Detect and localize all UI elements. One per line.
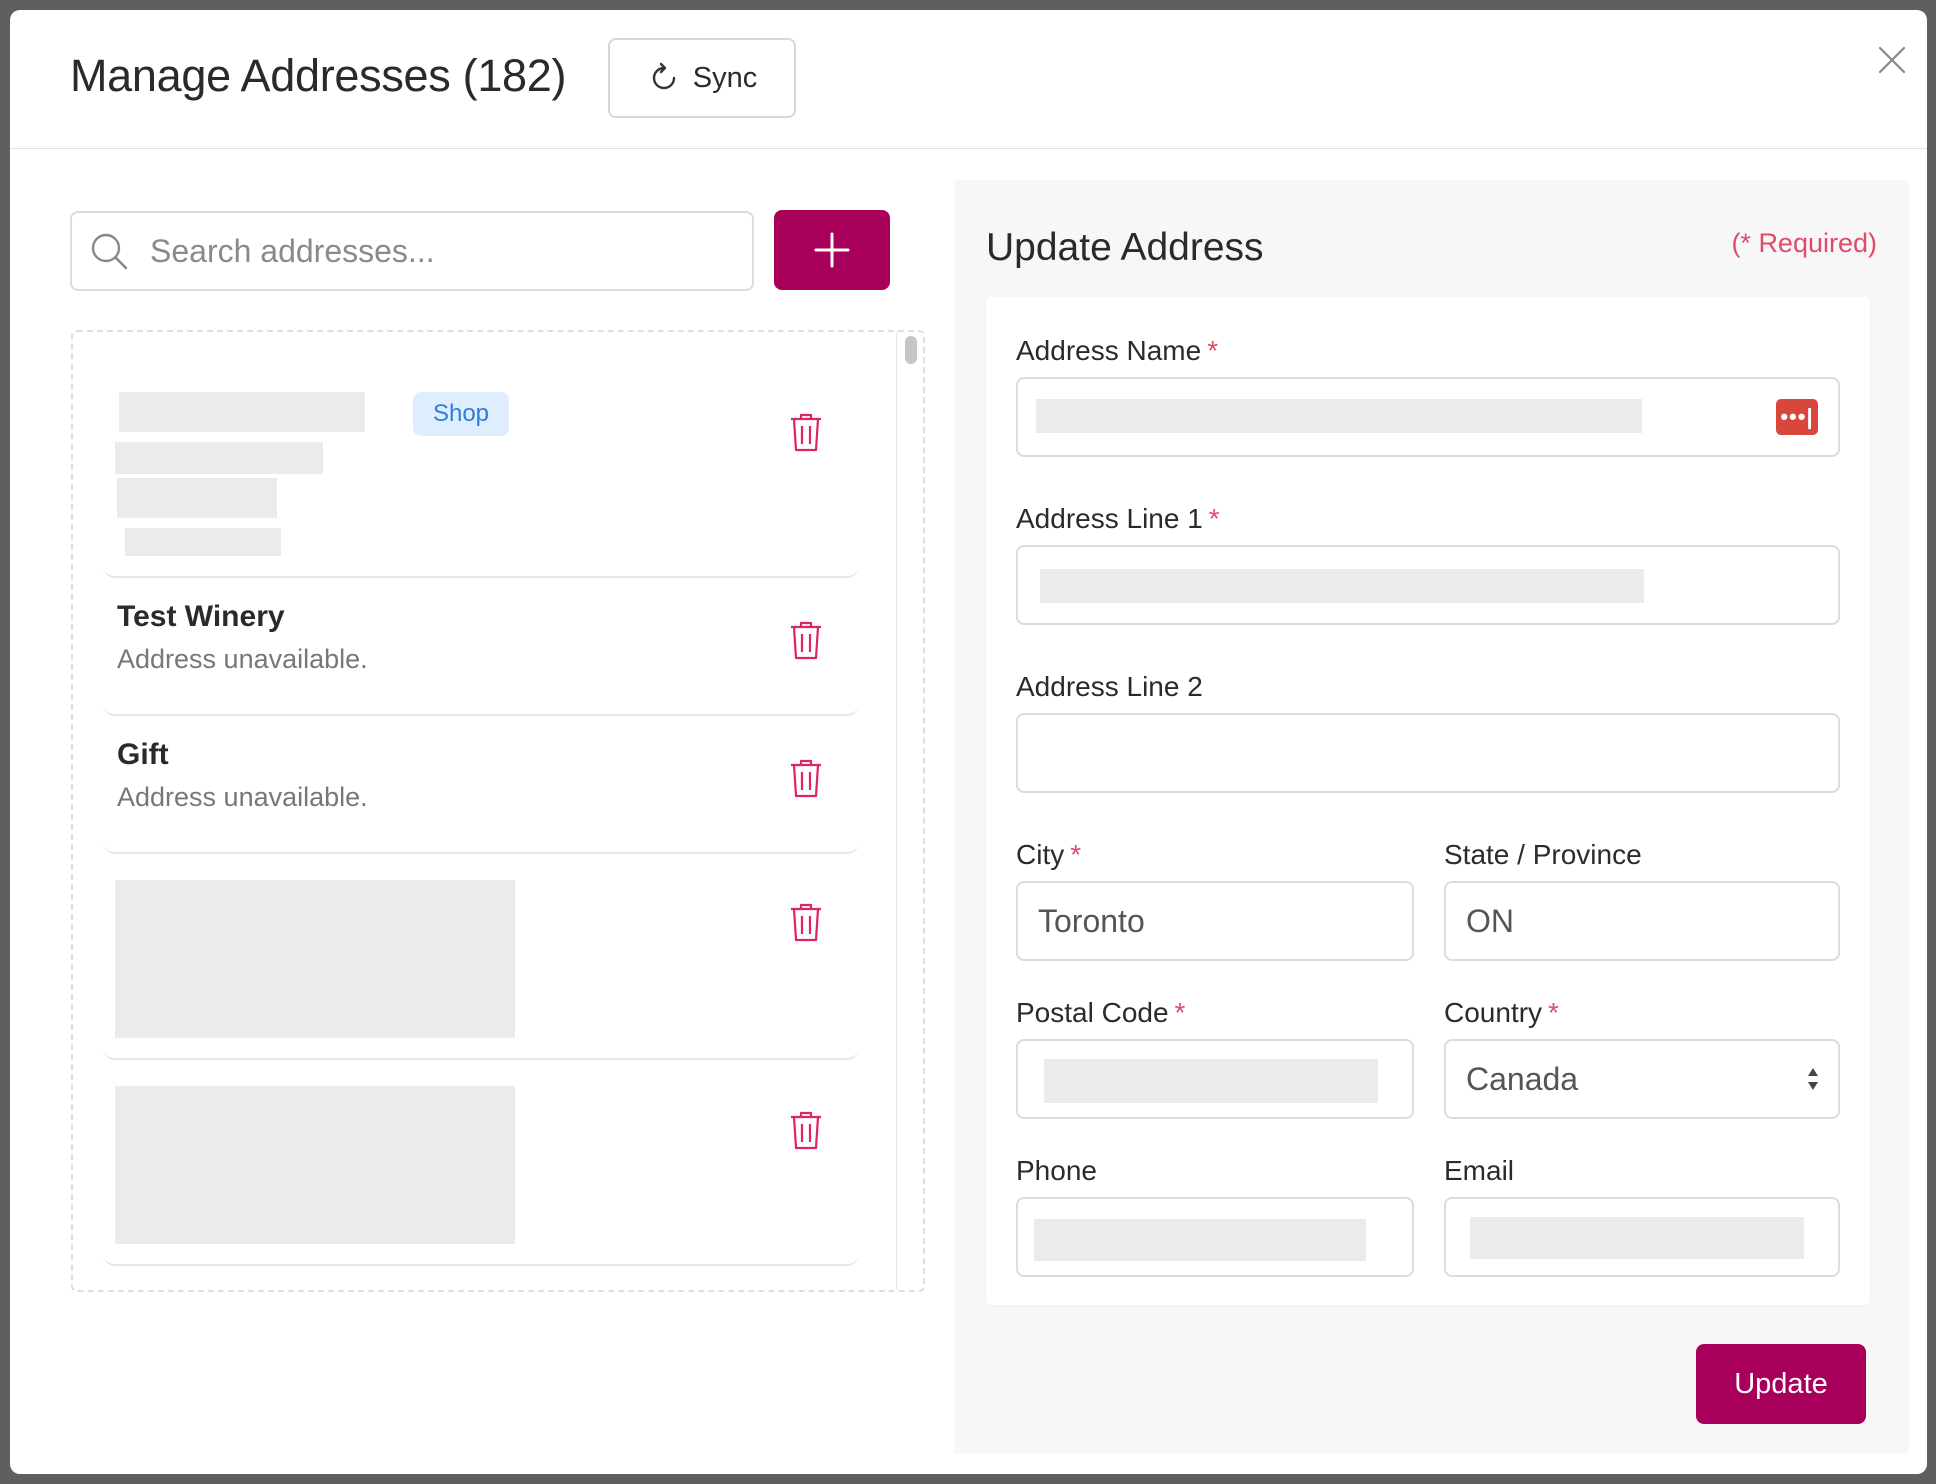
refresh-icon (652, 62, 675, 90)
sync-label: Sync (692, 61, 758, 94)
sync-button[interactable]: Sync (608, 38, 796, 118)
required-star: * (1548, 997, 1559, 1028)
address-name: Test Winery (117, 600, 285, 633)
city-field[interactable]: Toronto (1016, 881, 1414, 961)
redacted-block (115, 1086, 515, 1244)
trash-icon[interactable] (789, 620, 823, 660)
redacted-name (119, 392, 365, 432)
trash-icon[interactable] (789, 412, 823, 452)
label-text: Phone (1016, 1155, 1097, 1186)
select-arrows-icon (1808, 1068, 1818, 1090)
redacted-value (1040, 569, 1644, 603)
label-text: Postal Code (1016, 997, 1169, 1028)
modal-title: Manage Addresses (182) (70, 50, 567, 101)
add-address-button[interactable] (774, 210, 890, 290)
list-scrollbar[interactable] (896, 332, 923, 1290)
redacted-line (117, 478, 277, 518)
shop-badge: Shop (413, 392, 509, 436)
address-line2-field[interactable] (1016, 713, 1840, 793)
city-value: Toronto (1038, 903, 1145, 939)
email-label: Email (1444, 1155, 1514, 1187)
redacted-line (115, 442, 323, 474)
country-label: Country * (1444, 997, 1559, 1029)
required-star: * (1174, 997, 1186, 1028)
required-note: (* Required) (1731, 228, 1877, 258)
address-name: Gift (117, 738, 169, 771)
update-address-panel: Update Address (* Required) Address Name… (954, 180, 1909, 1454)
redacted-value (1034, 1219, 1366, 1261)
redacted-line (125, 528, 281, 556)
redacted-value (1036, 399, 1642, 433)
list-item[interactable]: Shop (103, 332, 859, 578)
state-value: ON (1466, 903, 1514, 939)
label-text: Email (1444, 1155, 1515, 1186)
redacted-block (115, 880, 515, 1038)
address-subtitle: Address unavailable. (117, 644, 368, 674)
list-item[interactable] (103, 1060, 859, 1266)
trash-icon[interactable] (789, 758, 823, 798)
postal-code-field[interactable] (1016, 1039, 1414, 1119)
postal-code-label: Postal Code * (1016, 997, 1185, 1029)
phone-label: Phone (1016, 1155, 1097, 1187)
redacted-value (1044, 1059, 1378, 1103)
plus-icon (814, 232, 850, 268)
trash-icon[interactable] (789, 902, 823, 942)
phone-field[interactable] (1016, 1197, 1414, 1277)
address-subtitle: Address unavailable. (117, 782, 368, 812)
redacted-value (1470, 1217, 1804, 1259)
label-text: Address Name (1016, 335, 1202, 366)
list-item[interactable] (103, 854, 859, 1060)
list-item[interactable]: Test Winery Address unavailable. (103, 578, 859, 716)
address-form: Address Name * •••| Address Line 1 * Addre… (986, 297, 1870, 1305)
label-text: City (1016, 839, 1065, 870)
search-box (70, 211, 754, 291)
label-text: State / Province (1444, 839, 1642, 870)
manage-addresses-modal: Manage Addresses (182) Sync Search addre… (10, 10, 1927, 1474)
required-star: * (1207, 335, 1219, 366)
search-icon (91, 233, 128, 270)
required-star: * (1070, 839, 1082, 870)
address-name-label: Address Name * (1016, 335, 1218, 367)
country-select[interactable]: Canada (1444, 1039, 1840, 1119)
password-manager-icon[interactable]: •••| (1776, 399, 1818, 435)
list-item[interactable]: Gift Address unavailable. (103, 716, 859, 854)
address-line1-label: Address Line 1 * (1016, 503, 1220, 535)
address-list[interactable]: Shop Test Winery Address unavailable. Gi… (71, 330, 925, 1292)
update-button[interactable]: Update (1696, 1344, 1866, 1424)
label-text: Country (1444, 997, 1543, 1028)
address-name-field[interactable]: •••| (1016, 377, 1840, 457)
modal-header: Manage Addresses (182) Sync (10, 10, 1927, 149)
state-field[interactable]: ON (1444, 881, 1840, 961)
required-star: * (1208, 503, 1220, 534)
close-button[interactable] (1870, 38, 1914, 82)
city-label: City * (1016, 839, 1081, 871)
email-field[interactable] (1444, 1197, 1840, 1277)
close-icon (1878, 46, 1906, 74)
address-line2-label: Address Line 2 (1016, 671, 1203, 703)
panel-title: Update Address (986, 226, 1264, 269)
search-input[interactable] (150, 213, 740, 289)
scrollbar-thumb[interactable] (905, 336, 917, 364)
trash-icon[interactable] (789, 1110, 823, 1150)
state-label: State / Province (1444, 839, 1642, 871)
address-line1-field[interactable] (1016, 545, 1840, 625)
label-text: Address Line 1 (1016, 503, 1203, 534)
country-value: Canada (1466, 1061, 1579, 1097)
label-text: Address Line 2 (1016, 671, 1203, 702)
